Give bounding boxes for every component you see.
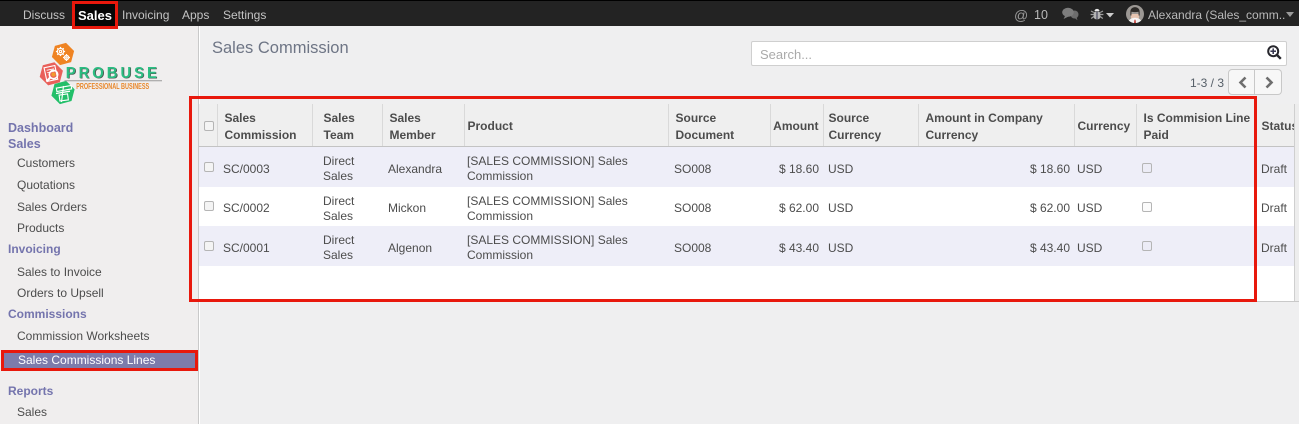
svg-text:PROFESSIONAL BUSINESS: PROFESSIONAL BUSINESS <box>76 82 149 91</box>
svg-text:PROBUSE: PROBUSE <box>66 65 160 82</box>
